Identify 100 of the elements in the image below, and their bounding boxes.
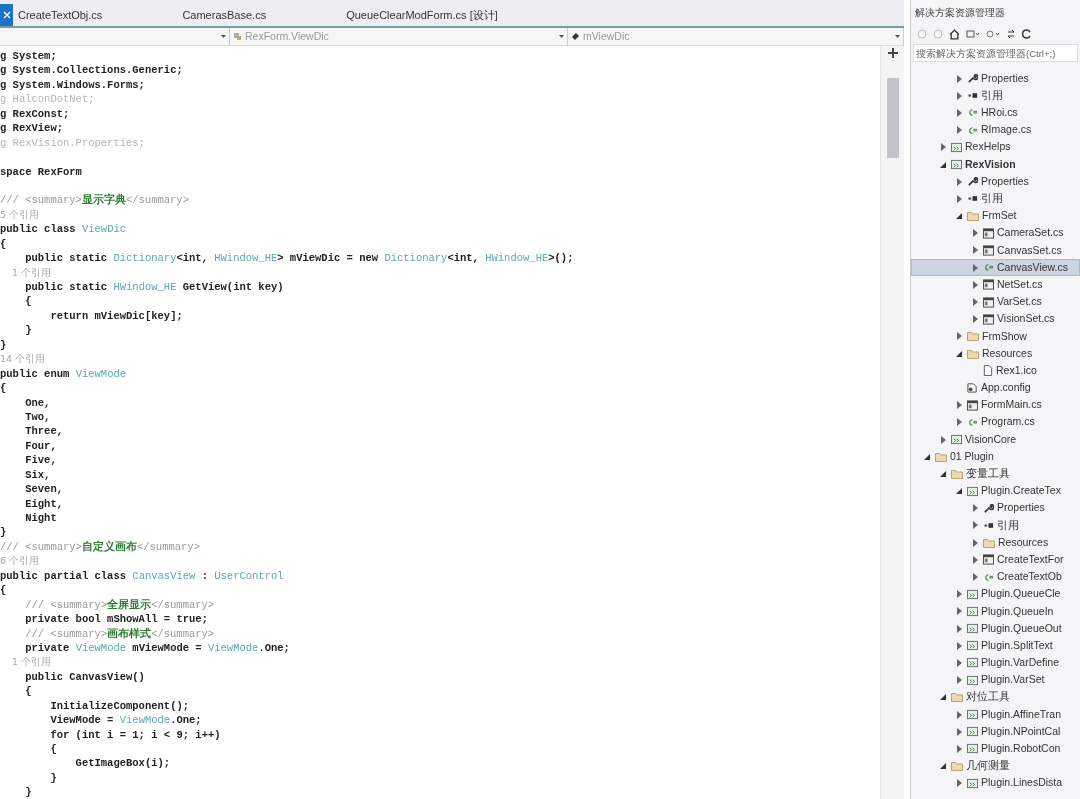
expanded-arrow-icon[interactable] [956, 488, 962, 495]
collapsed-arrow-icon[interactable] [972, 573, 978, 582]
collapsed-arrow-icon[interactable] [956, 108, 962, 117]
collapsed-arrow-icon[interactable] [972, 298, 978, 307]
collapsed-arrow-icon[interactable] [956, 607, 962, 616]
code-line: for (int i = 1; i < 9; i++) [49, 727, 221, 742]
code-line: Six, [24, 467, 51, 483]
collapsed-arrow-icon[interactable] [956, 727, 962, 736]
expanded-arrow-icon[interactable] [956, 213, 962, 220]
csharp-file-icon [967, 107, 978, 119]
collapsed-arrow-icon[interactable] [972, 555, 978, 564]
code-line: /// <summary>全屏显示</summary> [24, 597, 215, 613]
expanded-arrow-icon[interactable] [940, 694, 946, 701]
dropdown-caret-icon[interactable] [559, 35, 564, 38]
collapsed-arrow-icon[interactable] [956, 676, 962, 685]
collapsed-arrow-icon[interactable] [972, 521, 978, 530]
collapsed-arrow-icon[interactable] [956, 779, 962, 788]
code-line: Night [24, 511, 57, 526]
project-icon [967, 605, 978, 617]
project-icon [951, 434, 962, 446]
dropdown-caret-icon[interactable] [895, 35, 900, 38]
project-icon [967, 588, 978, 600]
project-icon [967, 777, 978, 789]
code-line: g System.Windows.Forms; [0, 77, 145, 93]
code-line: g RexView; [0, 121, 63, 136]
code-line: g HalconDotNet; [0, 92, 95, 107]
wrench-icon [983, 502, 994, 514]
config-file-icon [967, 382, 978, 394]
code-line: Two, [24, 409, 51, 425]
wrench-icon [967, 176, 978, 188]
field-icon [571, 32, 580, 41]
collapsed-arrow-icon[interactable] [956, 641, 962, 650]
code-line: { [0, 381, 7, 396]
collapsed-arrow-icon[interactable] [972, 280, 978, 289]
code-line: /// <summary>显示字典</summary> [0, 193, 189, 208]
code-line: } [49, 770, 57, 786]
collapsed-arrow-icon[interactable] [956, 744, 962, 753]
code-line: Five, [24, 453, 57, 468]
folder-icon [935, 451, 947, 462]
code-line: g RexConst; [0, 106, 70, 122]
code-line: Seven, [24, 482, 63, 497]
collapsed-arrow-icon[interactable] [940, 143, 946, 152]
panel-title: 解决方案资源管理器 [914, 5, 1006, 20]
collapsed-arrow-icon[interactable] [956, 91, 962, 100]
editor-tab[interactable]: CreateTextObj.cs [13, 4, 108, 26]
collapsed-arrow-icon[interactable] [972, 504, 978, 513]
code-line: { [24, 684, 32, 699]
folder-icon [967, 331, 979, 342]
plus-icon[interactable] [887, 48, 898, 58]
form-file-icon [983, 227, 994, 239]
code-line: public CanvasView() [24, 669, 145, 685]
collapsed-arrow-icon[interactable] [956, 624, 962, 633]
folder-icon [951, 692, 963, 703]
csharp-file-icon [967, 416, 978, 428]
collapsed-arrow-icon[interactable] [956, 74, 962, 83]
collapsed-arrow-icon[interactable] [972, 229, 978, 238]
code-line: 6 个引用 [0, 554, 40, 569]
collapsed-arrow-icon[interactable] [972, 538, 978, 547]
folder-icon [951, 468, 963, 479]
expanded-arrow-icon[interactable] [924, 453, 930, 460]
editor-tab[interactable]: CamerasBase.cs [177, 4, 272, 26]
collapsed-arrow-icon[interactable] [956, 401, 962, 410]
expanded-arrow-icon[interactable] [940, 763, 946, 770]
code-line: 5 个引用 [0, 207, 40, 222]
code-line: g System; [0, 49, 57, 64]
home-icon[interactable] [949, 28, 960, 40]
collapsed-arrow-icon[interactable] [956, 418, 962, 427]
collapsed-arrow-icon[interactable] [956, 126, 962, 135]
search-field[interactable]: 搜索解决方案资源管理器(Ctrl+;) [913, 44, 1078, 62]
collapsed-arrow-icon[interactable] [972, 246, 978, 255]
collapsed-arrow-icon[interactable] [956, 194, 962, 203]
editor-tab[interactable]: QueueClearModForm.cs [设计] [341, 4, 503, 26]
scrollbar-thumb[interactable] [886, 78, 899, 158]
form-file-icon [967, 399, 978, 411]
close-icon[interactable] [0, 4, 13, 26]
expanded-arrow-icon[interactable] [956, 350, 962, 357]
code-line: InitializeComponent(); [49, 698, 190, 714]
collapsed-arrow-icon[interactable] [972, 315, 978, 324]
dropdown-caret-icon[interactable] [221, 35, 226, 38]
code-line: 1 个引用 [11, 265, 52, 280]
collapsed-arrow-icon[interactable] [956, 710, 962, 719]
collapsed-arrow-icon[interactable] [956, 332, 962, 341]
collapsed-arrow-icon[interactable] [940, 435, 946, 444]
collapsed-arrow-icon[interactable] [956, 590, 962, 599]
code-line: Three, [24, 424, 63, 439]
code-line: space RexForm [0, 164, 82, 179]
expanded-arrow-icon[interactable] [940, 161, 946, 168]
code-line: g RexVision.Properties; [0, 135, 145, 151]
class-icon [233, 32, 242, 41]
file-icon [983, 365, 993, 377]
collapsed-arrow-icon[interactable] [956, 658, 962, 667]
tree-item[interactable]: CanvasView.cs [911, 259, 1080, 277]
expanded-arrow-icon[interactable] [940, 470, 946, 477]
code-line: GetImageBox(i); [74, 756, 171, 771]
collapsed-arrow-icon[interactable] [972, 263, 978, 272]
project-icon [951, 159, 962, 171]
code-line: } [24, 323, 32, 338]
code-line: Eight, [24, 496, 63, 511]
code-line: /// <summary>画布样式</summary> [24, 626, 215, 641]
collapsed-arrow-icon[interactable] [956, 177, 962, 186]
